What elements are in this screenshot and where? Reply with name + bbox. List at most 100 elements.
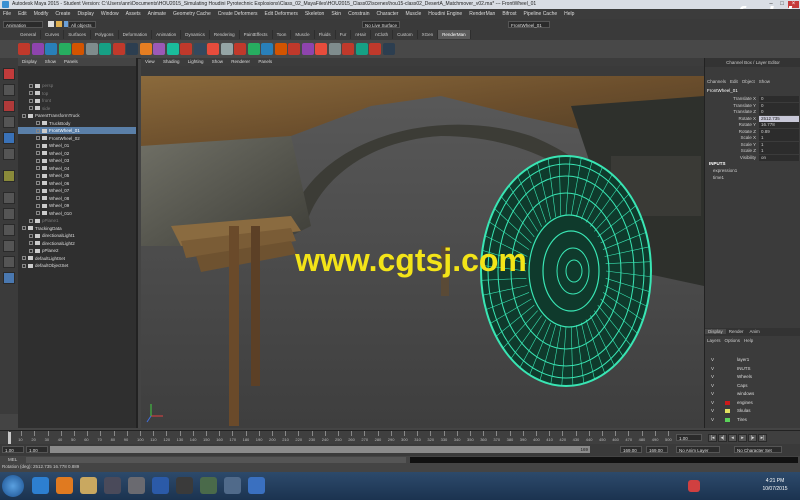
layer-color-swatch[interactable] (725, 375, 730, 379)
expand-icon[interactable] (22, 113, 26, 118)
shelf-tab-rendering[interactable]: Rendering (210, 30, 240, 39)
shelf-tool-icon[interactable] (112, 43, 125, 55)
outliner-item[interactable]: Wheel_03 (18, 157, 136, 164)
paint-select-icon[interactable] (3, 100, 15, 112)
shelf-tool-icon[interactable] (85, 43, 98, 55)
range-start-field[interactable]: 1.00 (2, 446, 24, 453)
layout-outliner-icon[interactable] (3, 224, 15, 236)
outliner-menu-display[interactable]: Display (22, 59, 37, 64)
character-set-dropdown[interactable]: No Character Set (734, 446, 782, 453)
shelf-tool-icon[interactable] (193, 43, 206, 55)
layer-row[interactable]: Vwindows (707, 390, 795, 398)
select-tool-icon[interactable] (3, 68, 15, 80)
channel-value[interactable]: 1 (759, 148, 799, 154)
menu-muscle[interactable]: Muscle (405, 9, 421, 19)
play-forward-icon[interactable]: ▸ (738, 434, 747, 442)
step-forward-icon[interactable]: |▸ (748, 434, 757, 442)
viewport-menu-panels[interactable]: Panels (258, 59, 272, 64)
shelf-tool-icon[interactable] (261, 43, 273, 55)
channel-attribute[interactable]: Scale X1 (705, 135, 800, 141)
shelf-tool-icon[interactable] (234, 43, 246, 55)
firefox-icon[interactable] (56, 477, 73, 494)
outliner-item[interactable]: Wheel_08 (18, 195, 136, 202)
layer-visibility-toggle[interactable]: V (711, 382, 714, 390)
shelf-tool-icon[interactable] (328, 43, 341, 55)
expand-icon[interactable] (36, 173, 40, 178)
lasso-tool-icon[interactable] (3, 84, 15, 96)
shelf-tab-general[interactable]: General (16, 30, 42, 39)
menu-create[interactable]: Create (55, 9, 70, 19)
outliner-item[interactable]: pPlane2 (18, 247, 136, 254)
menuset-dropdown[interactable]: Animation (3, 21, 43, 28)
menu-create-deformers[interactable]: Create Deformers (218, 9, 258, 19)
time-slider[interactable]: 1102030405060708090100110120130140150160… (0, 430, 800, 445)
range-end-field[interactable]: 169.00 (620, 446, 642, 453)
channel-value[interactable]: on (759, 154, 799, 161)
expand-icon[interactable] (36, 181, 40, 186)
channel-value[interactable]: 0 (759, 96, 799, 102)
app-icon-2[interactable] (176, 477, 193, 494)
layer-visibility-toggle[interactable]: V (711, 365, 714, 373)
expand-icon[interactable] (29, 241, 33, 246)
expand-icon[interactable] (29, 218, 33, 223)
channel-attribute[interactable]: Scale Z1 (705, 148, 800, 154)
channelbox-menu-channels[interactable]: Channels (707, 79, 726, 84)
outliner-item[interactable]: Wheel_010 (18, 210, 136, 217)
outliner-item[interactable]: ParentTransformTruck (18, 112, 136, 119)
outliner-item[interactable]: FrontWheel_02 (18, 135, 136, 142)
outliner-item[interactable]: FrontWheel_01 (18, 127, 136, 134)
outliner-item[interactable]: Wheel_01 (18, 142, 136, 149)
layer-color-swatch[interactable] (725, 367, 730, 371)
shelf-tab-painteffects[interactable]: PaintEffects (240, 30, 273, 39)
menu-renderman[interactable]: RenderMan (469, 9, 495, 19)
channel-attribute[interactable]: Visibility on (705, 154, 800, 161)
maya-taskbar-icon[interactable] (248, 477, 265, 494)
shelf-tool-icon[interactable] (315, 43, 327, 55)
range-bar[interactable]: 169 (50, 446, 590, 453)
shelf-tab-muscle[interactable]: Muscle (291, 30, 315, 39)
shelf-tool-icon[interactable] (58, 43, 71, 55)
menu-pipeline-cache[interactable]: Pipeline Cache (524, 9, 558, 19)
outliner-item[interactable]: TruckBody (18, 120, 136, 127)
outliner-menu-show[interactable]: Show (45, 59, 56, 64)
anim-layer-dropdown[interactable]: No Anim Layer (676, 446, 720, 453)
layer-row[interactable]: V Wheels (707, 373, 795, 381)
channel-attribute[interactable]: Translate Y0 (705, 102, 800, 109)
menu-file[interactable]: File (3, 9, 11, 19)
channel-value[interactable]: 2512.735 (759, 115, 799, 122)
outliner-menu-panels[interactable]: Panels (64, 59, 78, 64)
shelf-tool-icon[interactable] (45, 43, 57, 55)
explorer-icon[interactable] (80, 477, 97, 494)
expand-icon[interactable] (36, 143, 40, 148)
word-icon[interactable] (152, 477, 169, 494)
shelf-tool-icon[interactable] (274, 43, 287, 55)
channelbox-menu-edit[interactable]: Edit (730, 79, 738, 84)
menu-skin[interactable]: Skin (331, 9, 341, 19)
menu-houdini-engine[interactable]: Houdini Engine (428, 9, 462, 19)
shelf-tool-icon[interactable] (220, 43, 233, 55)
channel-value[interactable]: 1 (759, 141, 799, 148)
expand-icon[interactable] (29, 98, 33, 103)
shelf-tool-icon[interactable] (72, 43, 84, 55)
shelf-tool-icon[interactable] (139, 43, 152, 55)
step-back-icon[interactable]: ◂| (718, 434, 727, 442)
outliner-item[interactable]: defaultObjectSet (18, 262, 136, 269)
shelf-tool-icon[interactable] (342, 43, 354, 55)
perspective-viewport[interactable]: View Shading Lighting Show Renderer Pane… (141, 58, 704, 428)
expand-icon[interactable] (22, 226, 26, 231)
live-surface-field[interactable]: No Live Surface (362, 21, 400, 28)
expand-icon[interactable] (29, 106, 33, 111)
shelf-tool-icon[interactable] (153, 43, 165, 55)
shelf-tab-dynamics[interactable]: Dynamics (181, 30, 210, 39)
layer-tab-display[interactable]: Display (705, 329, 726, 334)
layer-row[interactable]: Vengines (707, 399, 795, 407)
shelf-tool-icon[interactable] (166, 43, 179, 55)
input-expression[interactable]: expression1 (713, 168, 737, 174)
expand-icon[interactable] (36, 158, 40, 163)
outliner-item[interactable]: persp (18, 82, 136, 89)
menu-display[interactable]: Display (77, 9, 93, 19)
expand-icon[interactable] (36, 128, 40, 133)
outliner-item[interactable]: Wheel_05 (18, 172, 136, 179)
app-icon-1[interactable] (128, 477, 145, 494)
layer-visibility-toggle[interactable]: V (711, 356, 714, 364)
